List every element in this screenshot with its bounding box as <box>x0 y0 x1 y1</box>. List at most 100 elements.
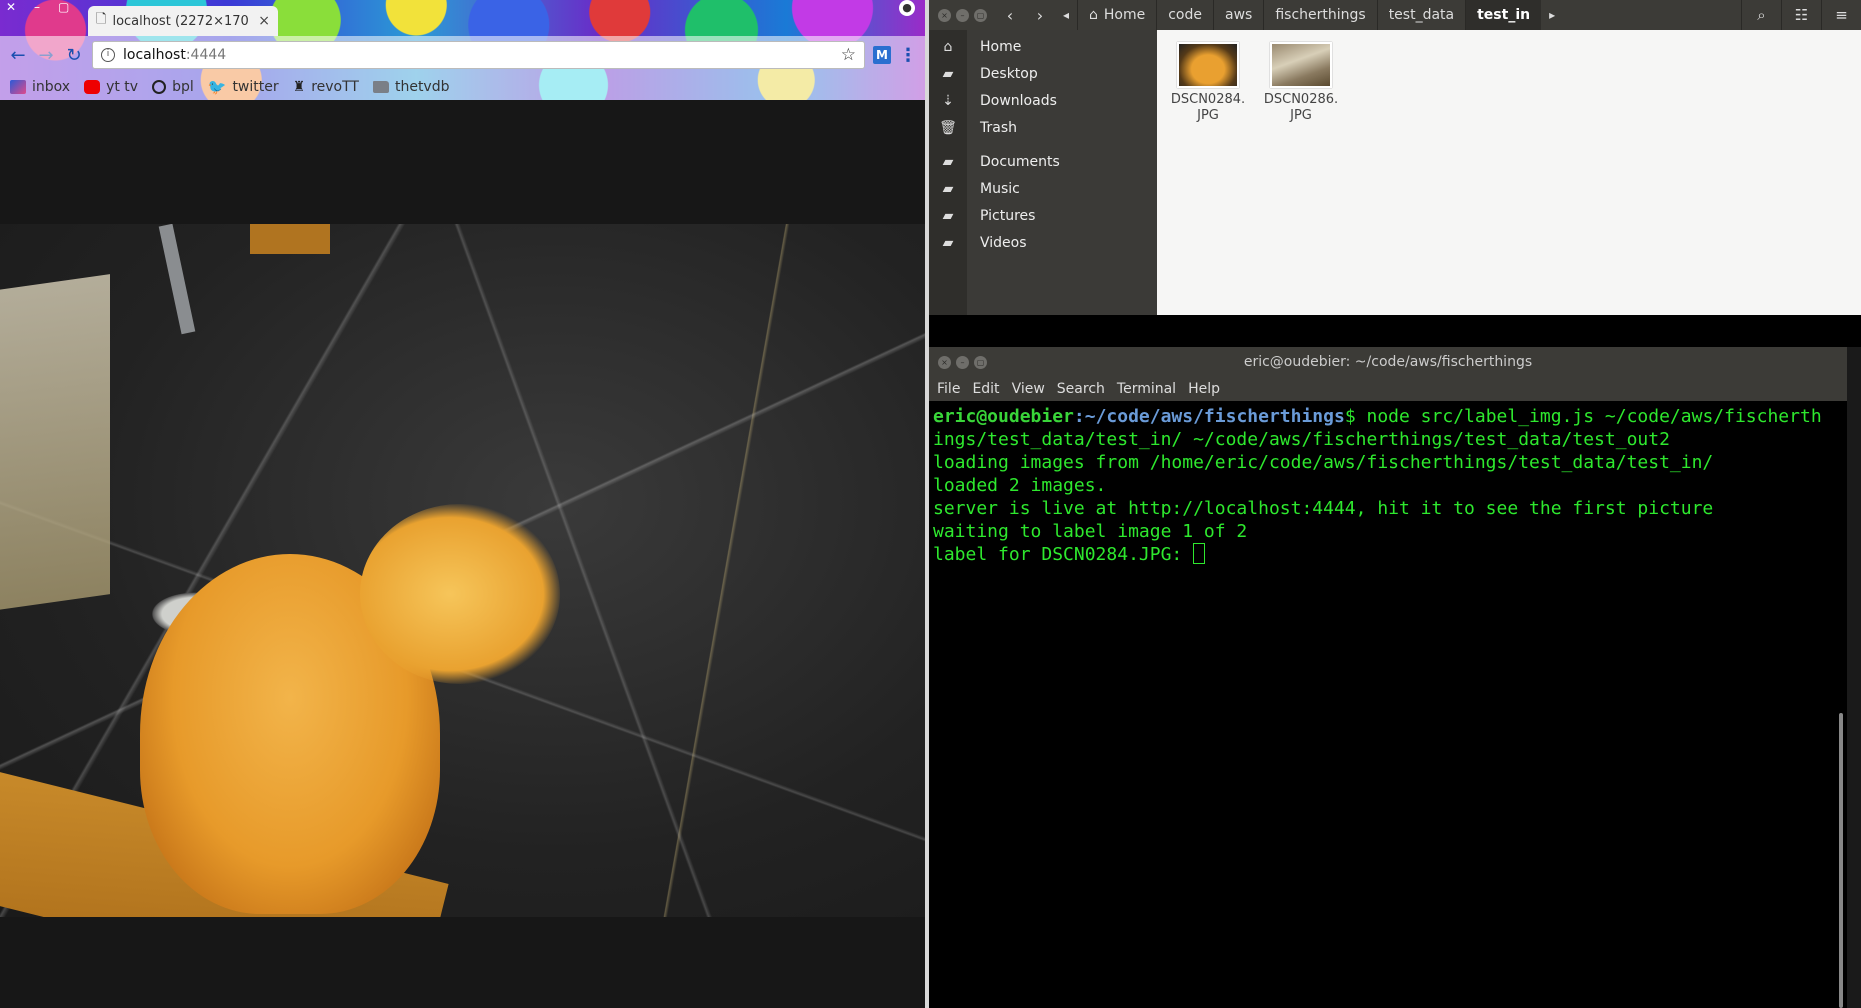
bookmarks-bar: inbox yt tv bpl 🐦 twitter ♜ revoTT thetv… <box>0 74 925 100</box>
window-minimize-icon[interactable]: – <box>34 0 40 14</box>
file-manager-window: × – ▢ ‹ › ◂ ⌂ Home code aws fischerthing… <box>929 0 1861 315</box>
home-icon: ⌂ <box>1089 7 1098 23</box>
circle-icon <box>152 80 167 94</box>
terminal-line: loading images from /home/eric/code/aws/… <box>933 452 1714 473</box>
sidebar-item-videos[interactable]: ▰ Videos <box>929 230 1157 256</box>
terminal-line: label for DSCN0284.JPG: <box>933 543 1843 566</box>
terminal-titlebar: × – ▢ eric@oudebier: ~/code/aws/fischert… <box>929 347 1847 377</box>
folder-icon: ▰ <box>942 181 954 197</box>
folder-icon <box>372 81 389 93</box>
input-prompt: label for DSCN0284.JPG: <box>933 544 1194 565</box>
prompt-user: eric@oudebier <box>933 406 1074 427</box>
image-thumbnail <box>1177 42 1239 88</box>
window-maximize-icon[interactable]: ▢ <box>974 8 987 22</box>
cat-photo <box>0 224 925 917</box>
forward-arrow-icon[interactable]: → <box>36 45 56 66</box>
terminal-scrollbar[interactable] <box>1839 713 1843 1008</box>
window-minimize-icon[interactable]: – <box>956 8 969 22</box>
folder-icon: ▰ <box>942 208 954 224</box>
back-chevron-icon[interactable]: ‹ <box>995 0 1025 30</box>
browser-toolbar: ← → ↻ i localhost:4444 ☆ M ⋮ <box>0 36 925 74</box>
browser-tab[interactable]: 🗋 localhost (2272×170 × <box>88 6 278 36</box>
sidebar-item-home[interactable]: ⌂ Home <box>929 34 1157 60</box>
window-maximize-icon[interactable]: ▢ <box>974 355 987 369</box>
view-list-icon[interactable]: ☷ <box>1781 0 1821 30</box>
menu-terminal[interactable]: Terminal <box>1117 381 1176 397</box>
terminal-cursor[interactable] <box>1193 543 1206 564</box>
crumb-right-icon[interactable]: ▸ <box>1541 0 1563 30</box>
sidebar-item-pictures[interactable]: ▰ Pictures <box>929 203 1157 229</box>
bookmark-bpl[interactable]: bpl <box>152 79 194 95</box>
url-port: :4444 <box>185 47 227 63</box>
sidebar-item-desktop[interactable]: ▰ Desktop <box>929 61 1157 87</box>
sidebar-item-documents[interactable]: ▰ Documents <box>929 149 1157 175</box>
folder-icon: ▰ <box>942 154 954 170</box>
menu-edit[interactable]: Edit <box>972 381 999 397</box>
file-manager-content: DSCN0284. JPG DSCN0286. JPG <box>1157 30 1861 315</box>
window-close-icon[interactable]: × <box>938 355 951 369</box>
url-host: localhost <box>123 47 186 63</box>
prompt-command: $ node src/label_img.js ~/code/aws/fisch… <box>1344 406 1822 427</box>
bookmark-twitter[interactable]: 🐦 twitter <box>208 78 279 96</box>
breadcrumb-fischerthings[interactable]: fischerthings <box>1263 0 1376 30</box>
address-bar[interactable]: i localhost:4444 ☆ <box>92 41 865 69</box>
back-arrow-icon[interactable]: ← <box>8 45 28 66</box>
sidebar-item-music[interactable]: ▰ Music <box>929 176 1157 202</box>
page-viewport <box>0 100 925 1008</box>
terminal-window: × – ▢ eric@oudebier: ~/code/aws/fischert… <box>929 347 1847 1008</box>
terminal-menubar: File Edit View Search Terminal Help <box>929 377 1847 401</box>
terminal-output[interactable]: eric@oudebier:~/code/aws/fischerthings$ … <box>933 405 1843 1005</box>
breadcrumb-test-data[interactable]: test_data <box>1376 0 1465 30</box>
menu-search[interactable]: Search <box>1057 381 1105 397</box>
folder-icon: ▰ <box>942 235 954 251</box>
extension-icon[interactable]: M <box>873 46 891 64</box>
download-icon: ⇣ <box>942 93 954 109</box>
forward-chevron-icon[interactable]: › <box>1025 0 1055 30</box>
info-icon[interactable]: i <box>101 48 115 62</box>
file-manager-sidebar: ⌂ Home ▰ Desktop ⇣ Downloads 🗑 Trash ▰ D… <box>929 30 1157 315</box>
inbox-icon <box>10 80 26 94</box>
tab-close-icon[interactable]: × <box>258 13 270 29</box>
window-maximize-icon[interactable]: ▢ <box>58 0 69 14</box>
hamburger-menu-icon[interactable]: ≡ <box>1821 0 1861 30</box>
image-thumbnail <box>1270 42 1332 88</box>
terminal-line: ings/test_data/test_in/ ~/code/aws/fisch… <box>933 429 1670 450</box>
breadcrumb-code[interactable]: code <box>1156 0 1213 30</box>
terminal-line: eric@oudebier:~/code/aws/fischerthings$ … <box>933 405 1843 428</box>
breadcrumb-test-in[interactable]: test_in <box>1465 0 1542 30</box>
reload-icon[interactable]: ↻ <box>64 45 84 66</box>
twitter-bird-icon: 🐦 <box>207 78 227 96</box>
account-icon[interactable]: ● <box>899 0 915 16</box>
menu-dots-icon[interactable]: ⋮ <box>899 45 917 66</box>
menu-view[interactable]: View <box>1012 381 1045 397</box>
youtube-icon <box>84 80 101 94</box>
menu-file[interactable]: File <box>937 381 960 397</box>
prompt-path: :~/code/aws/fischerthings <box>1073 406 1345 427</box>
menu-help[interactable]: Help <box>1188 381 1220 397</box>
file-item[interactable]: DSCN0284. JPG <box>1169 42 1247 124</box>
bookmark-inbox[interactable]: inbox <box>10 79 70 95</box>
search-icon[interactable]: ⌕ <box>1741 0 1781 30</box>
robot-icon: ♜ <box>292 79 306 95</box>
file-item[interactable]: DSCN0286. JPG <box>1262 42 1340 124</box>
breadcrumb-aws[interactable]: aws <box>1213 0 1263 30</box>
breadcrumb-home[interactable]: ⌂ Home <box>1077 0 1156 30</box>
bookmark-yt-tv[interactable]: yt tv <box>84 79 138 95</box>
bookmark-thetvdb[interactable]: thetvdb <box>372 79 450 95</box>
crumb-left-icon[interactable]: ◂ <box>1055 0 1077 30</box>
home-icon: ⌂ <box>943 39 953 55</box>
window-minimize-icon[interactable]: – <box>956 355 969 369</box>
tab-title: localhost (2272×170 <box>112 13 249 29</box>
bookmark-star-icon[interactable]: ☆ <box>841 45 856 65</box>
folder-icon: ▰ <box>942 66 954 82</box>
terminal-title: eric@oudebier: ~/code/aws/fischerthings <box>1243 354 1533 370</box>
terminal-line: waiting to label image 1 of 2 <box>933 521 1248 542</box>
bookmark-revott[interactable]: ♜ revoTT <box>293 79 359 95</box>
sidebar-item-trash[interactable]: 🗑 Trash <box>929 115 1157 141</box>
window-close-icon[interactable]: × <box>938 8 951 22</box>
browser-window: ✕ – ▢ 🗋 localhost (2272×170 × ● ← → ↻ i … <box>0 0 925 1008</box>
terminal-line: loaded 2 images. <box>933 475 1107 496</box>
sidebar-item-downloads[interactable]: ⇣ Downloads <box>929 88 1157 114</box>
terminal-line: server is live at http://localhost:4444,… <box>933 498 1714 519</box>
window-close-icon[interactable]: ✕ <box>6 0 16 14</box>
